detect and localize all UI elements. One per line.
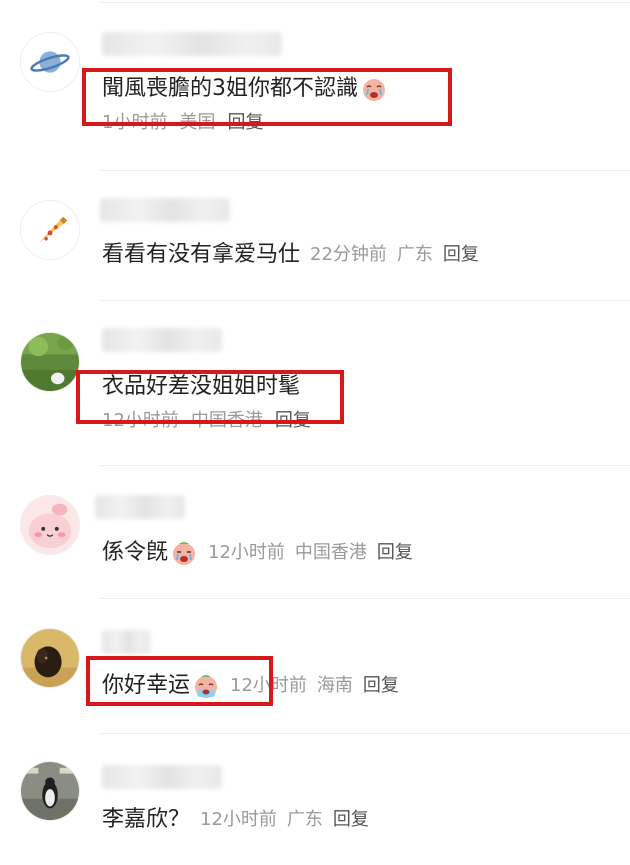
avatar[interactable] bbox=[20, 32, 80, 92]
penguin-photo bbox=[21, 762, 79, 820]
username-blurred[interactable] bbox=[95, 495, 185, 519]
crying-face-emoji bbox=[170, 539, 198, 567]
comment-location: 广东 bbox=[286, 809, 323, 830]
comment-location: 中国香港 bbox=[294, 542, 367, 563]
highlight-box bbox=[82, 68, 452, 126]
divider bbox=[100, 170, 630, 171]
comment-time: 22分钟前 bbox=[310, 244, 387, 265]
comment-location: 广东 bbox=[396, 244, 433, 265]
avatar[interactable] bbox=[20, 332, 80, 392]
green-field-photo bbox=[21, 333, 79, 391]
pizza-icon bbox=[21, 201, 79, 259]
avatar[interactable] bbox=[20, 628, 80, 688]
comment-item: 衣品好差没姐姐时髦 12小时前 中国香港 回复 bbox=[0, 300, 630, 465]
comment-body: 係令旣 12小时前 中国香港 回复 bbox=[102, 538, 413, 568]
comment-body: 看看有没有拿爱马仕 22分钟前 广东 回复 bbox=[102, 240, 479, 270]
avatar[interactable] bbox=[20, 495, 80, 555]
username-blurred[interactable] bbox=[102, 328, 222, 352]
reply-button[interactable]: 回复 bbox=[363, 671, 399, 701]
comment-time: 12小时前 bbox=[200, 809, 277, 830]
comment-body: 李嘉欣？ 12小时前 广东 回复 bbox=[102, 805, 369, 835]
username-blurred[interactable] bbox=[102, 765, 222, 789]
highlight-box bbox=[86, 656, 273, 706]
comment-time: 12小时前 bbox=[208, 542, 285, 563]
comment-item: 聞風喪膽的3姐你都不認識 1小时前 美国 回复 bbox=[0, 0, 630, 170]
comment-text: 看看有没有拿爱马仕 bbox=[102, 242, 301, 267]
comment-location: 海南 bbox=[316, 675, 353, 696]
comment-text: 李嘉欣？ bbox=[102, 807, 191, 832]
dog-photo bbox=[21, 629, 79, 687]
comment-item: 看看有没有拿爱马仕 22分钟前 广东 回复 bbox=[0, 170, 630, 300]
reply-button[interactable]: 回复 bbox=[333, 805, 369, 835]
divider bbox=[100, 300, 630, 301]
comment-item: 李嘉欣？ 12小时前 广东 回复 bbox=[0, 733, 630, 865]
pink-cartoon-face bbox=[21, 496, 79, 554]
comment-item: 你好幸运 12小时前 海南 回复 bbox=[0, 598, 630, 733]
avatar[interactable] bbox=[20, 761, 80, 821]
comment-item: 係令旣 12小时前 中国香港 回复 bbox=[0, 465, 630, 598]
reply-button[interactable]: 回复 bbox=[377, 538, 413, 568]
reply-button[interactable]: 回复 bbox=[443, 240, 479, 270]
avatar[interactable] bbox=[20, 200, 80, 260]
divider bbox=[100, 465, 630, 466]
divider bbox=[100, 598, 630, 599]
comment-text: 係令旣 bbox=[102, 540, 169, 565]
highlight-box bbox=[76, 370, 344, 424]
divider bbox=[100, 2, 630, 3]
divider bbox=[100, 733, 630, 734]
username-blurred[interactable] bbox=[102, 630, 150, 654]
username-blurred[interactable] bbox=[102, 32, 282, 56]
username-blurred[interactable] bbox=[100, 198, 230, 222]
planet-icon bbox=[21, 33, 79, 91]
